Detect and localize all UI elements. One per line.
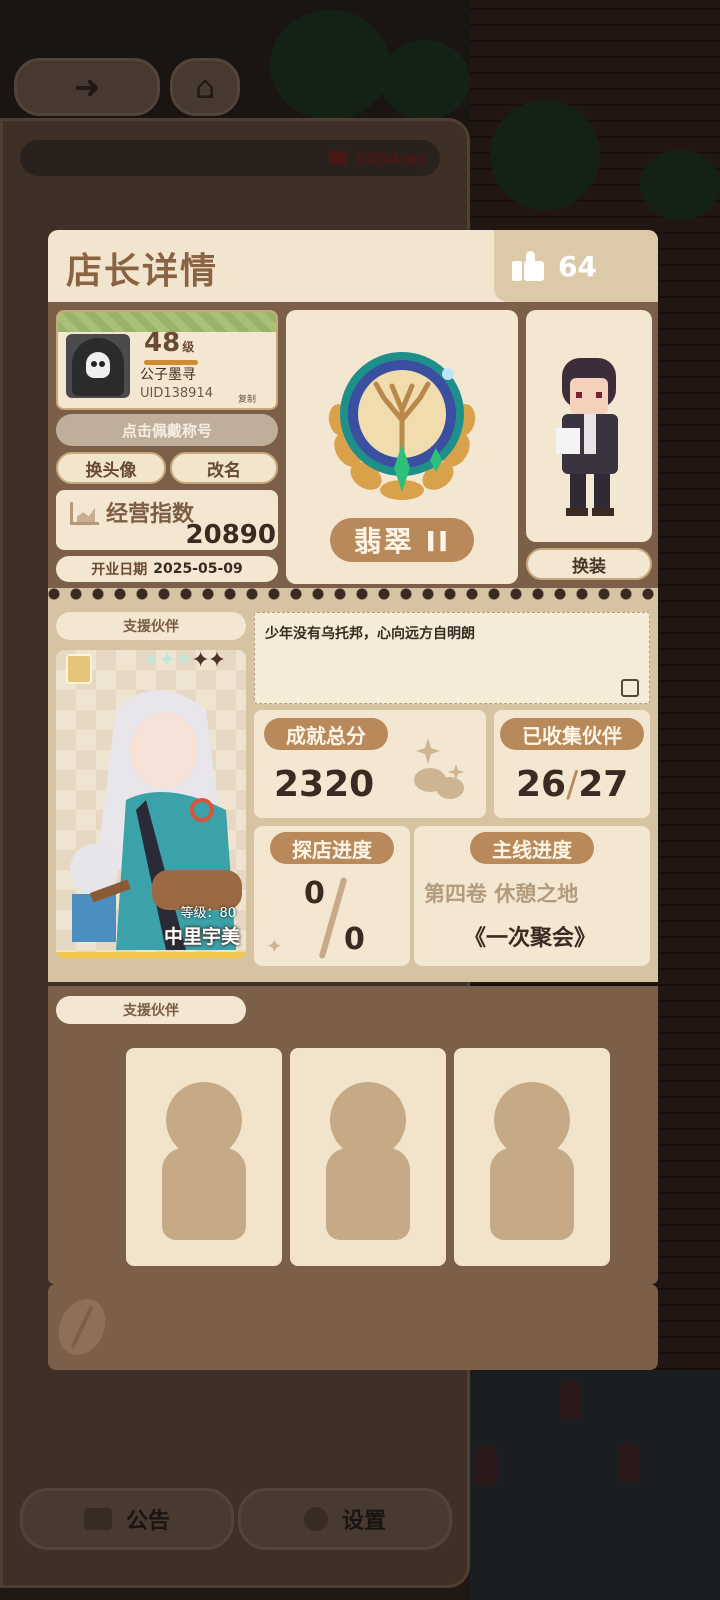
partner-stars: ✦✦✦✦✦ <box>142 650 226 673</box>
collected-current: 26 <box>516 764 567 805</box>
support-slot-empty[interactable] <box>454 1048 610 1266</box>
player-name: 公子墨寻 <box>140 367 196 383</box>
copy-uid-button[interactable]: 复制 <box>238 392 256 405</box>
collected-partners-card: 已收集伙伴 26/27 <box>494 710 650 818</box>
player-uid: UID138914 <box>140 386 213 401</box>
silhouette-body <box>490 1148 574 1240</box>
open-date: 开业日期 2025-05-09 <box>56 556 278 582</box>
support-slot-empty[interactable] <box>126 1048 282 1266</box>
element-icon <box>66 654 92 684</box>
rarity-bar <box>56 952 246 958</box>
owner-detail-dialog: 店长详情 64 48 级 公子墨寻 UID138914 复制 点击佩戴称号 换头像… <box>48 230 658 1370</box>
coffee-bean-icon <box>49 1291 115 1363</box>
story-episode: 《一次聚会》 <box>464 926 597 951</box>
achievement-card: 成就总分 2320 <box>254 710 486 818</box>
rename-button[interactable]: 改名 <box>170 452 278 484</box>
support-partner-tag: 支援伙伴 <box>56 996 246 1024</box>
support-slot-empty[interactable] <box>290 1048 446 1266</box>
avatar-eye <box>99 361 105 367</box>
support-partner-tag: 支援伙伴 <box>56 612 246 640</box>
featured-partner-card[interactable]: ✦✦✦✦✦ 等级：80 中里宇美 <box>56 650 246 958</box>
coffee-bean-icon <box>414 738 464 799</box>
silhouette-body <box>162 1148 246 1240</box>
explore-total: 0 <box>344 922 365 957</box>
achievement-value: 2320 <box>274 764 375 805</box>
rank-name: 翡翠 II <box>330 518 474 562</box>
partner-level: 等级：80 <box>180 906 236 921</box>
stats-section: 支援伙伴 ✦✦✦✦✦ 等级：80 中里宇美 少年没有乌托邦，心向远方自明朗 成就… <box>48 600 658 982</box>
partner-name: 中里宇美 <box>163 926 240 948</box>
chart-icon <box>70 502 99 525</box>
character-sprite <box>556 358 618 516</box>
achievement-label: 成就总分 <box>264 718 388 750</box>
change-outfit-button[interactable]: 换装 <box>526 548 652 580</box>
business-index-value: 20890 <box>185 520 276 550</box>
character-preview <box>526 310 652 542</box>
dialog-header: 店长详情 64 <box>48 230 658 302</box>
section-divider <box>48 588 658 600</box>
collected-separator: / <box>566 764 579 805</box>
explore-label: 探店进度 <box>270 832 394 864</box>
signature-text: 少年没有乌托邦，心向远方自明朗 <box>265 626 475 642</box>
business-index-card: 经营指数 20890 <box>56 490 278 550</box>
support-partners-section: 支援伙伴 <box>48 986 658 1284</box>
avatar[interactable] <box>66 334 130 398</box>
player-card: 48 级 公子墨寻 UID138914 复制 <box>56 310 278 410</box>
signature-box[interactable]: 少年没有乌托邦，心向远方自明朗 <box>254 612 650 704</box>
player-level: 48 级 <box>144 328 194 358</box>
collected-value: 26/27 <box>516 764 628 805</box>
story-chapter: 第四卷 休憩之地 <box>424 882 579 906</box>
level-number: 48 <box>144 328 181 358</box>
silhouette-icon <box>494 1082 570 1158</box>
like-count: 64 <box>558 249 597 283</box>
level-unit: 级 <box>182 340 195 354</box>
like-button[interactable]: 64 <box>494 230 658 302</box>
open-date-value: 2025-05-09 <box>153 561 243 577</box>
open-date-label: 开业日期 <box>91 562 148 578</box>
avatar-eye <box>91 361 97 367</box>
rank-badge-icon <box>328 352 476 500</box>
collected-total: 27 <box>578 764 629 805</box>
skull-face <box>86 352 110 378</box>
business-index-label: 经营指数 <box>106 502 195 527</box>
edit-icon[interactable] <box>621 679 639 697</box>
story-progress-card: 主线进度 第四卷 休憩之地 《一次聚会》 <box>414 826 650 966</box>
silhouette-icon <box>166 1082 242 1158</box>
silhouette-body <box>326 1148 410 1240</box>
thumbs-up-icon <box>512 251 544 281</box>
collected-label: 已收集伙伴 <box>500 718 644 750</box>
rank-card: 翡翠 II <box>286 310 518 584</box>
profile-section: 48 级 公子墨寻 UID138914 复制 点击佩戴称号 换头像 改名 经营指数… <box>48 302 658 588</box>
change-avatar-button[interactable]: 换头像 <box>56 452 166 484</box>
explore-current: 0 <box>304 876 325 911</box>
dialog-title: 店长详情 <box>66 251 219 292</box>
explore-progress-card: 探店进度 0 0 ✦ <box>254 826 410 966</box>
story-label: 主线进度 <box>470 832 594 864</box>
sparkle-icon: ✦ <box>266 934 283 958</box>
wear-title-button[interactable]: 点击佩戴称号 <box>56 414 278 446</box>
silhouette-icon <box>330 1082 406 1158</box>
dialog-footer <box>48 1284 658 1370</box>
